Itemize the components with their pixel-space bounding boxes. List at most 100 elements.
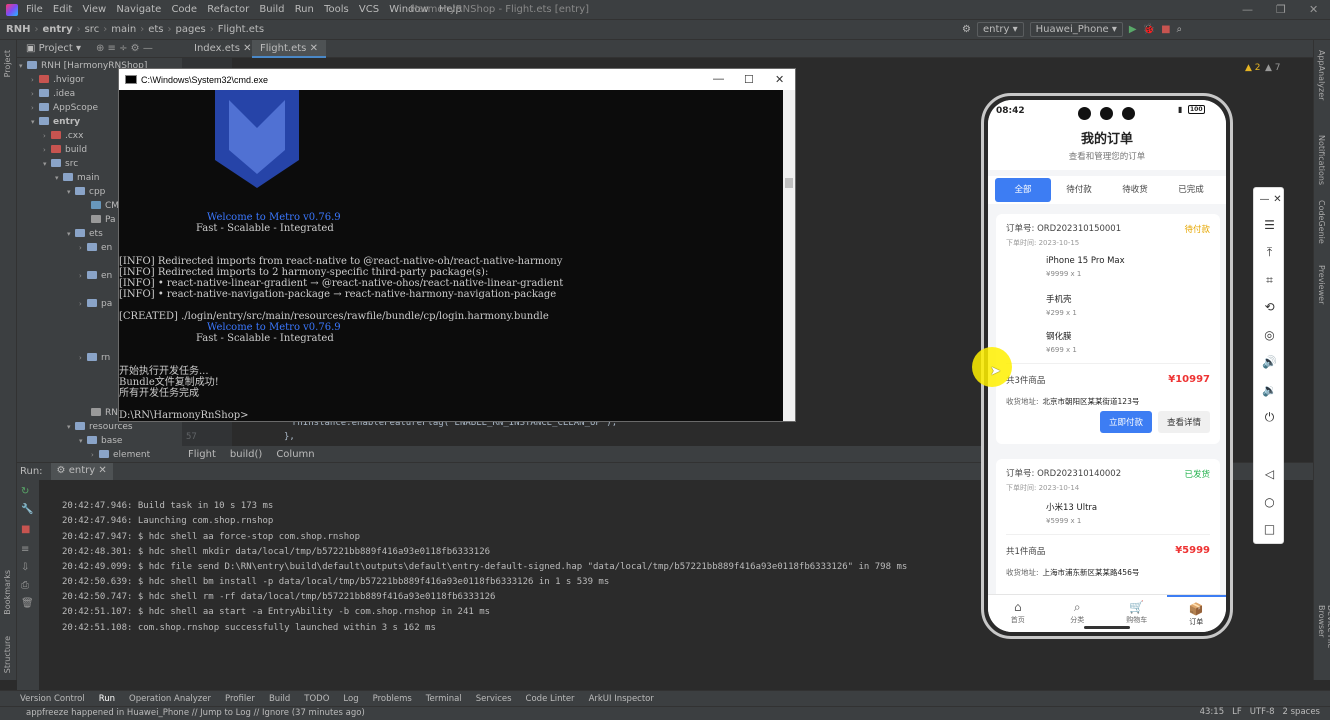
tool-version-control[interactable]: Version Control bbox=[20, 694, 85, 704]
project-toolbar-icons[interactable]: ⊕ ≡ ÷ ⚙ — bbox=[88, 40, 161, 58]
indent-setting[interactable]: 2 spaces bbox=[1283, 707, 1320, 717]
tree-item[interactable]: › .cxx bbox=[43, 129, 83, 143]
volume-up-icon[interactable]: 🔊 bbox=[1262, 355, 1277, 370]
stop-run-icon[interactable]: ■ bbox=[21, 524, 30, 535]
tab-completed[interactable]: 已完成 bbox=[1163, 178, 1219, 202]
cmd-scrollbar[interactable] bbox=[783, 90, 795, 421]
tool-code-linter[interactable]: Code Linter bbox=[526, 694, 575, 704]
soft-wrap-icon[interactable]: ≡ bbox=[21, 544, 29, 555]
tree-item[interactable]: Pa bbox=[91, 213, 116, 227]
menu-edit[interactable]: Edit bbox=[53, 4, 72, 15]
tool-operation-analyzer[interactable]: Operation Analyzer bbox=[129, 694, 211, 704]
editor-crumb[interactable]: Column bbox=[276, 449, 314, 460]
rerun-icon[interactable]: ↻ bbox=[21, 486, 29, 497]
cmd-window[interactable]: C:\Windows\System32\cmd.exe — ☐ ✕ Welcom… bbox=[118, 68, 796, 422]
tree-item[interactable]: ▾ resources bbox=[67, 420, 133, 434]
menu-vcs[interactable]: VCS bbox=[359, 4, 379, 15]
cmd-prompt[interactable]: D:\RN\HarmonyRnShop> bbox=[119, 410, 249, 421]
code-line[interactable]: }, bbox=[284, 432, 295, 442]
tree-item[interactable]: › AppScope bbox=[31, 101, 98, 115]
run-tab-entry[interactable]: ⚙ entry ✕ bbox=[50, 462, 113, 481]
line-separator[interactable]: LF bbox=[1232, 707, 1242, 717]
rotate-icon[interactable]: ⟲ bbox=[1262, 300, 1277, 315]
editor-crumb[interactable]: Flight bbox=[188, 449, 216, 460]
tree-item[interactable]: ▾ ets bbox=[67, 227, 103, 241]
cmd-title-bar[interactable]: C:\Windows\System32\cmd.exe — ☐ ✕ bbox=[119, 69, 795, 90]
breadcrumb-file[interactable]: Flight.ets bbox=[218, 24, 264, 35]
tab-pending-payment[interactable]: 待付款 bbox=[1051, 178, 1107, 202]
breadcrumb-src[interactable]: src bbox=[85, 24, 100, 35]
tree-item[interactable]: › element bbox=[91, 448, 150, 462]
pay-now-button[interactable]: 立即付款 bbox=[1099, 411, 1152, 433]
tree-item[interactable]: › en bbox=[79, 241, 112, 255]
camera-icon[interactable]: ◎ bbox=[1262, 328, 1277, 343]
tab-index[interactable]: Index.ets ✕ bbox=[186, 40, 260, 58]
cmd-minimize-icon[interactable]: — bbox=[713, 73, 724, 85]
close-icon[interactable]: ✕ bbox=[1270, 192, 1285, 207]
tree-item[interactable]: › .hvigor bbox=[31, 73, 84, 87]
device-file-browser-tool-button[interactable]: Device File Browser bbox=[1317, 605, 1330, 680]
nav-home[interactable]: ⌂ 首页 bbox=[988, 595, 1048, 632]
pin-top-icon[interactable]: ⤒ bbox=[1262, 245, 1277, 260]
tool-build[interactable]: Build bbox=[269, 694, 290, 704]
appanalyzer-tool-button[interactable]: AppAnalyzer bbox=[1317, 50, 1326, 100]
warning-indicator[interactable]: ▲ 2 bbox=[1245, 63, 1261, 73]
tree-item[interactable]: ▾ cpp bbox=[67, 185, 105, 199]
tool-problems[interactable]: Problems bbox=[373, 694, 412, 704]
menu-build[interactable]: Build bbox=[259, 4, 284, 15]
menu-navigate[interactable]: Navigate bbox=[116, 4, 161, 15]
tab-flight[interactable]: Flight.ets ✕ bbox=[252, 40, 326, 58]
structure-tool-button[interactable]: Structure bbox=[3, 636, 12, 673]
tab-all[interactable]: 全部 bbox=[995, 178, 1051, 202]
home-button-icon[interactable]: ○ bbox=[1262, 495, 1277, 510]
editor-crumb[interactable]: build() bbox=[230, 449, 262, 460]
tree-item[interactable]: ▾ entry bbox=[31, 115, 80, 129]
menu-code[interactable]: Code bbox=[171, 4, 197, 15]
tree-item[interactable]: › rn bbox=[79, 351, 110, 365]
tool-run[interactable]: Run bbox=[99, 694, 115, 704]
codegenie-tool-button[interactable]: CodeGenie bbox=[1317, 200, 1326, 244]
tree-item[interactable]: RN bbox=[91, 406, 118, 420]
tool-profiler[interactable]: Profiler bbox=[225, 694, 255, 704]
project-panel-header[interactable]: ▣ Project ▾ bbox=[18, 40, 89, 58]
power-icon[interactable]: ⏻ bbox=[1262, 410, 1277, 425]
bookmarks-tool-button[interactable]: Bookmarks bbox=[3, 570, 12, 615]
menu-file[interactable]: File bbox=[26, 4, 43, 15]
menu-tools[interactable]: Tools bbox=[324, 4, 349, 15]
breadcrumb-project[interactable]: RNH bbox=[6, 24, 30, 35]
breadcrumb-module[interactable]: entry bbox=[42, 24, 72, 35]
stop-icon[interactable]: ■ bbox=[1161, 24, 1170, 35]
order-card[interactable]: 订单号: ORD202310140002 已发货 下单时间: 2023-10-1… bbox=[996, 459, 1220, 599]
menu-icon[interactable]: ☰ bbox=[1262, 218, 1277, 233]
run-icon[interactable]: ▶ bbox=[1129, 24, 1137, 35]
tool-todo[interactable]: TODO bbox=[304, 694, 329, 704]
menu-run[interactable]: Run bbox=[295, 4, 314, 15]
file-encoding[interactable]: UTF-8 bbox=[1250, 707, 1275, 717]
breadcrumb-ets[interactable]: ets bbox=[148, 24, 163, 35]
cmd-console[interactable]: Welcome to Metro v0.76.9 Fast - Scalable… bbox=[119, 90, 795, 421]
project-tool-button[interactable]: Project bbox=[3, 50, 12, 77]
cmd-close-icon[interactable]: ✕ bbox=[775, 73, 784, 86]
breadcrumb-main[interactable]: main bbox=[111, 24, 136, 35]
search-icon[interactable]: ⌕ bbox=[1177, 24, 1183, 35]
back-icon[interactable]: ◁ bbox=[1262, 467, 1277, 482]
nav-orders[interactable]: 📦 订单 bbox=[1166, 595, 1226, 632]
menu-refactor[interactable]: Refactor bbox=[207, 4, 249, 15]
previewer-tool-button[interactable]: Previewer bbox=[1317, 265, 1326, 304]
caret-position[interactable]: 43:15 bbox=[1200, 707, 1225, 717]
wrench-icon[interactable]: 🔧 bbox=[21, 504, 33, 515]
tree-item[interactable]: › pa bbox=[79, 297, 112, 311]
tree-item[interactable]: ▾ main bbox=[55, 171, 100, 185]
phone-screen[interactable]: 08:42 ▮ 100 我的订单 查看和管理您的订单 全部 待付款 待收货 已完… bbox=[988, 100, 1226, 632]
minimize-icon[interactable]: — bbox=[1242, 3, 1253, 16]
scroll-end-icon[interactable]: ⇩ bbox=[21, 562, 29, 573]
notifications-tool-button[interactable]: Notifications bbox=[1317, 135, 1326, 185]
view-details-button[interactable]: 查看详情 bbox=[1157, 411, 1210, 433]
debug-icon[interactable]: 🐞 bbox=[1143, 24, 1155, 35]
clear-icon[interactable]: 🗑 bbox=[21, 598, 34, 609]
tool-log[interactable]: Log bbox=[343, 694, 358, 704]
tree-item[interactable]: ▾ src bbox=[43, 157, 78, 171]
tree-item[interactable]: › .idea bbox=[31, 87, 75, 101]
order-item[interactable]: 钢化膜 ¥699 x 1 bbox=[1046, 322, 1210, 359]
crop-icon[interactable]: ⌗ bbox=[1262, 273, 1277, 288]
